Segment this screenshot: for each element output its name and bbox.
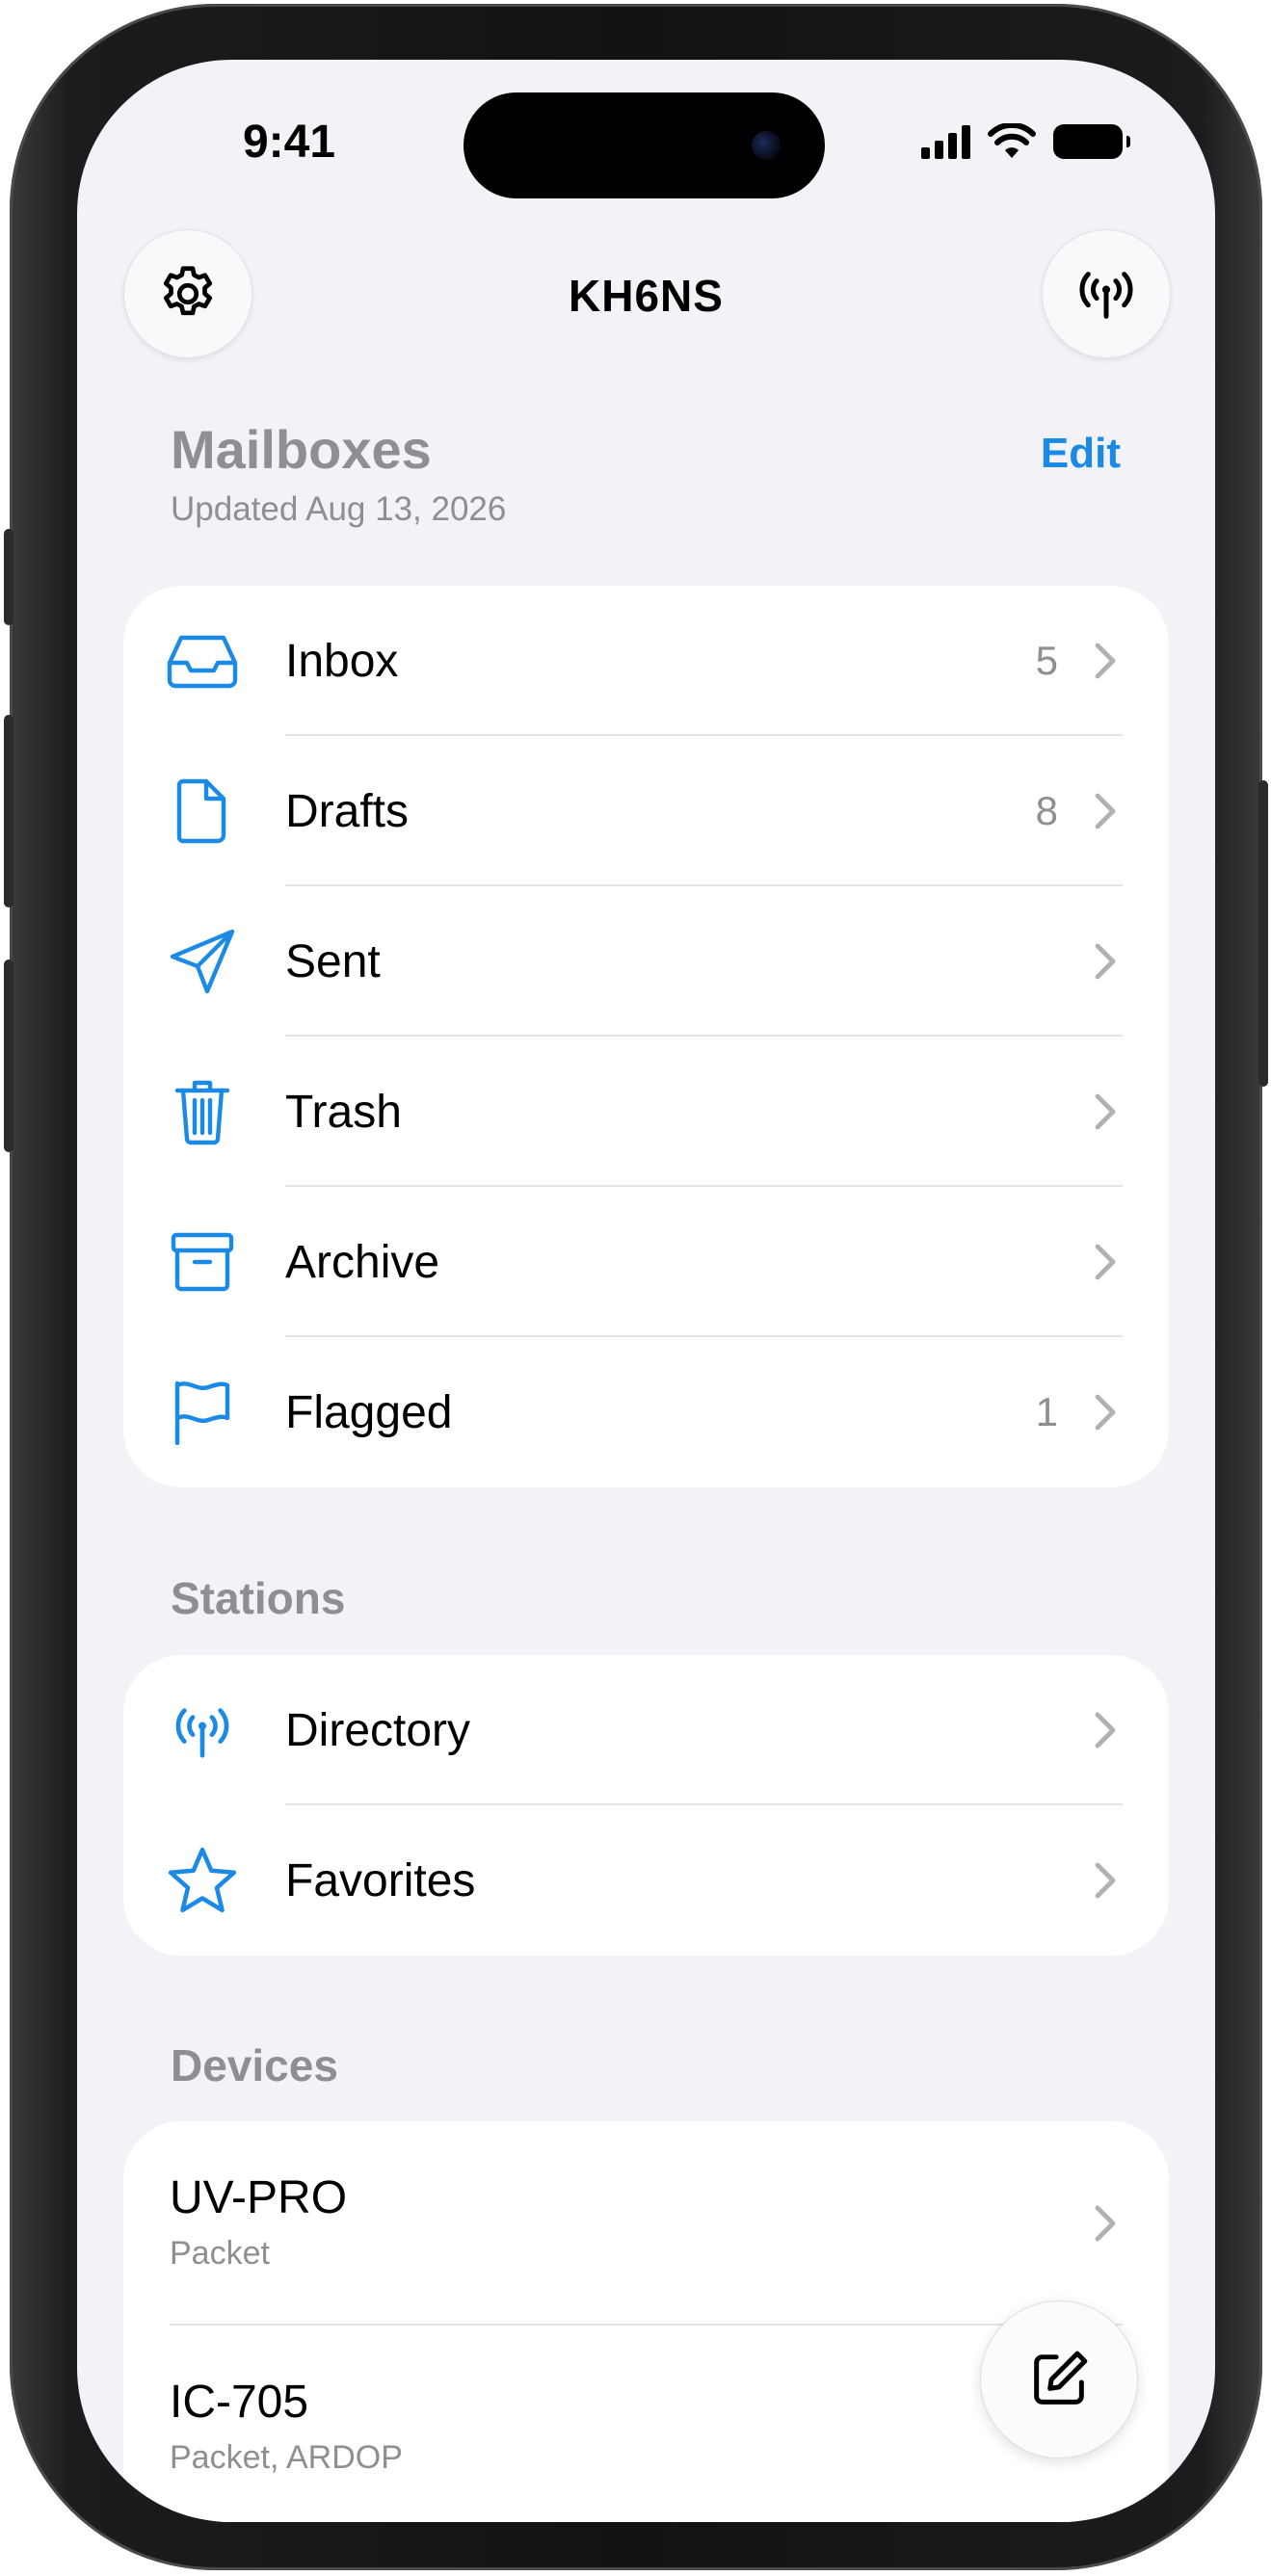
compose-button[interactable] xyxy=(980,2300,1138,2458)
compose-icon xyxy=(1034,2351,1088,2405)
volume-down-button xyxy=(4,959,13,1152)
chevron-right-icon xyxy=(1095,1394,1116,1431)
volume-up-button xyxy=(4,715,13,907)
mailbox-label: Flagged xyxy=(285,1386,453,1438)
mailbox-label: Archive xyxy=(285,1236,440,1288)
radio-button[interactable] xyxy=(1042,229,1171,358)
phone-frame: 9:41 KH6NS Mailboxes Updated Aug 13, 202… xyxy=(4,4,1268,2570)
flag-icon xyxy=(166,1376,239,1449)
star-icon xyxy=(166,1844,239,1917)
trash-icon xyxy=(166,1075,239,1148)
battery-icon xyxy=(1053,124,1130,159)
wifi-icon xyxy=(988,123,1036,158)
device-name: UV-PRO xyxy=(170,2172,348,2223)
mailbox-row-inbox[interactable]: Inbox 5 xyxy=(123,586,1169,736)
mailbox-row-sent[interactable]: Sent xyxy=(123,886,1169,1037)
chevron-right-icon xyxy=(1095,1244,1116,1280)
station-row-favorites[interactable]: Favorites xyxy=(123,1805,1169,1956)
antenna-icon xyxy=(166,1694,239,1767)
document-icon xyxy=(166,775,239,848)
mailbox-row-flagged[interactable]: Flagged 1 xyxy=(123,1337,1169,1487)
cellular-signal-icon xyxy=(921,124,970,159)
paperplane-icon xyxy=(166,925,239,998)
station-label: Favorites xyxy=(285,1854,476,1906)
chevron-right-icon xyxy=(1095,793,1116,829)
mailbox-label: Sent xyxy=(285,935,381,987)
chevron-right-icon xyxy=(1095,2205,1116,2242)
station-label: Directory xyxy=(285,1704,471,1756)
mailbox-label: Drafts xyxy=(285,785,410,837)
section-title-stations: Stations xyxy=(171,1573,346,1623)
chevron-right-icon xyxy=(1095,943,1116,980)
mailbox-row-drafts[interactable]: Drafts 8 xyxy=(123,736,1169,886)
archive-box-icon xyxy=(166,1225,239,1299)
action-button xyxy=(4,529,13,625)
chevron-right-icon xyxy=(1095,1862,1116,1899)
device-modes: Packet xyxy=(170,2235,270,2272)
device-row-uv-pro[interactable]: UV-PRO Packet xyxy=(123,2121,1169,2326)
mailbox-label: Inbox xyxy=(285,635,399,687)
device-modes: Packet, ARDOP xyxy=(170,2439,403,2476)
mailbox-row-archive[interactable]: Archive xyxy=(123,1187,1169,1337)
stations-list: Directory Favorites xyxy=(123,1655,1169,1956)
mailboxes-list: Inbox 5 Drafts 8 Sent Trash Archive Flag… xyxy=(123,586,1169,1487)
page-title: Mailboxes xyxy=(171,419,432,480)
mailbox-label: Trash xyxy=(285,1086,402,1138)
status-time: 9:41 xyxy=(242,117,336,168)
dynamic-island xyxy=(463,92,825,198)
chevron-right-icon xyxy=(1095,1093,1116,1130)
side-button xyxy=(1258,780,1268,1087)
status-icons xyxy=(921,123,1130,160)
screen: 9:41 KH6NS Mailboxes Updated Aug 13, 202… xyxy=(77,60,1215,2522)
antenna-icon xyxy=(1079,272,1133,319)
draft-count: 8 xyxy=(1035,788,1058,833)
mailbox-row-trash[interactable]: Trash xyxy=(123,1037,1169,1187)
tray-icon xyxy=(166,624,239,697)
flagged-count: 1 xyxy=(1035,1389,1058,1434)
chevron-right-icon xyxy=(1095,643,1116,679)
edit-button[interactable]: Edit xyxy=(1041,430,1121,478)
station-row-directory[interactable]: Directory xyxy=(123,1655,1169,1805)
chevron-right-icon xyxy=(1095,1712,1116,1748)
unread-count: 5 xyxy=(1035,638,1058,683)
updated-timestamp: Updated Aug 13, 2026 xyxy=(171,490,507,528)
device-name: IC-705 xyxy=(170,2377,309,2428)
section-title-devices: Devices xyxy=(171,2040,338,2090)
